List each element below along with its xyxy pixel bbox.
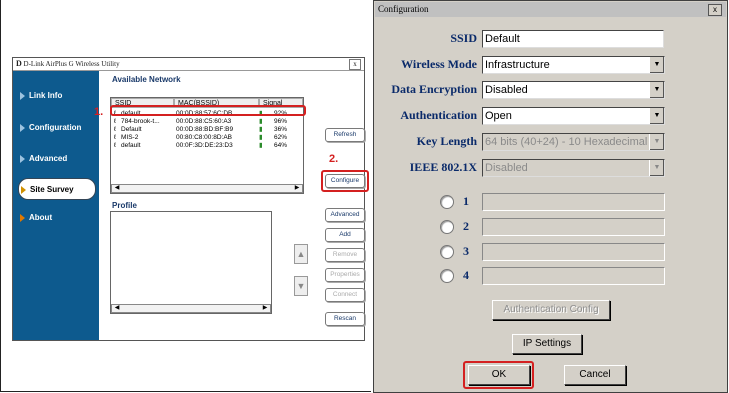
rescan-button[interactable]: Rescan: [325, 312, 365, 326]
move-up-icon[interactable]: ▲: [294, 244, 308, 264]
ieee-8021x-select[interactable]: Disabled ▼: [482, 159, 665, 177]
scroll-left-icon[interactable]: ◀: [113, 185, 121, 192]
signal-bars-icon: ▮: [259, 134, 263, 141]
utility-title: D-Link AirPlus G Wireless Utility: [23, 60, 120, 68]
antenna-icon: ℓ: [114, 118, 117, 125]
wireless-mode-label: Wireless Mode: [401, 57, 477, 71]
nav-arrow-icon: [21, 186, 26, 194]
ip-settings-button[interactable]: IP Settings: [512, 334, 582, 354]
nav-about[interactable]: About: [18, 207, 96, 229]
key-1-radio[interactable]: [440, 195, 454, 209]
key-3-field[interactable]: [482, 243, 665, 261]
antenna-icon: ℓ: [114, 142, 117, 149]
key-length-select[interactable]: 64 bits (40+24) - 10 Hexadecimal ▼: [482, 133, 665, 151]
utility-close-button[interactable]: x: [349, 59, 361, 70]
ssid-input[interactable]: Default: [482, 30, 664, 48]
chevron-down-icon[interactable]: ▼: [649, 134, 664, 150]
dlink-logo: D: [16, 59, 22, 68]
advanced-button[interactable]: Advanced: [325, 208, 365, 222]
signal-bars-icon: ▮: [259, 118, 263, 125]
key-length-label: Key Length: [416, 134, 477, 148]
connect-button[interactable]: Connect: [325, 288, 365, 302]
authentication-config-button[interactable]: Authentication Config: [492, 300, 610, 320]
key-3-radio[interactable]: [440, 245, 454, 259]
profile-list-scrollbar[interactable]: ◀ ▶: [111, 304, 271, 313]
key-1-field[interactable]: [482, 193, 665, 211]
utility-main-panel: Available Network SSID MAC(BSSID) Signal…: [94, 71, 369, 340]
chevron-down-icon[interactable]: ▼: [649, 160, 664, 176]
ssid-label: SSID: [450, 31, 477, 45]
chevron-down-icon[interactable]: ▼: [649, 82, 664, 98]
nav-advanced[interactable]: Advanced: [18, 148, 96, 170]
nav-arrow-icon: [20, 214, 25, 222]
key-2-field[interactable]: [482, 218, 665, 236]
network-list-scrollbar[interactable]: ◀ ▶: [111, 184, 303, 193]
key-4-label: 4: [463, 268, 469, 282]
add-button[interactable]: Add: [325, 228, 365, 242]
nav-site-survey[interactable]: Site Survey: [18, 178, 96, 200]
data-encryption-label: Data Encryption: [391, 82, 477, 96]
nav-arrow-icon: [20, 124, 25, 132]
properties-button[interactable]: Properties: [325, 268, 365, 282]
antenna-icon: ℓ: [114, 126, 117, 133]
refresh-button[interactable]: Refresh: [325, 128, 365, 142]
remove-button[interactable]: Remove: [325, 248, 365, 262]
scroll-left-icon[interactable]: ◀: [113, 305, 121, 312]
step-1-marker: 1.: [94, 106, 104, 118]
scroll-right-icon[interactable]: ▶: [293, 185, 301, 192]
wireless-mode-select[interactable]: Infrastructure ▼: [482, 56, 665, 74]
available-network-header: Available Network: [112, 75, 181, 84]
profile-list[interactable]: ◀ ▶: [110, 211, 272, 314]
key-1-label: 1: [463, 194, 469, 208]
step-1-highlight: [110, 105, 306, 116]
antenna-icon: ℓ: [114, 134, 117, 141]
move-down-icon[interactable]: ▼: [294, 276, 308, 296]
ieee-8021x-label: IEEE 802.1X: [409, 160, 477, 174]
signal-bars-icon: ▮: [259, 126, 263, 133]
nav-arrow-icon: [20, 92, 25, 100]
utility-title-bar: D D-Link AirPlus G Wireless Utility x: [13, 58, 364, 71]
authentication-label: Authentication: [400, 108, 477, 122]
configure-button[interactable]: Configure: [325, 174, 365, 188]
key-4-radio[interactable]: [440, 269, 454, 283]
key-2-label: 2: [463, 219, 469, 233]
cancel-button[interactable]: Cancel: [564, 365, 626, 385]
nav-link-info[interactable]: Link Info: [18, 85, 96, 107]
key-4-field[interactable]: [482, 267, 665, 285]
signal-bars-icon: ▮: [259, 142, 263, 149]
step-2-marker: 2.: [329, 153, 339, 165]
data-encryption-select[interactable]: Disabled ▼: [482, 81, 665, 99]
profile-header: Profile: [112, 201, 137, 210]
dlink-utility-window: D D-Link AirPlus G Wireless Utility x Li…: [12, 57, 369, 341]
configuration-dialog: Configuration x SSID Default Wireless Mo…: [373, 0, 728, 393]
utility-sidebar: Link Info Configuration Advanced Site Su…: [13, 71, 99, 340]
key-2-radio[interactable]: [440, 220, 454, 234]
authentication-select[interactable]: Open ▼: [482, 107, 665, 125]
nav-arrow-icon: [20, 155, 25, 163]
dialog-title-bar: Configuration x: [375, 2, 726, 17]
key-3-label: 3: [463, 244, 469, 258]
scroll-right-icon[interactable]: ▶: [261, 305, 269, 312]
nav-configuration[interactable]: Configuration: [18, 117, 96, 139]
dialog-title: Configuration: [378, 4, 429, 14]
chevron-down-icon[interactable]: ▼: [649, 57, 664, 73]
ok-button[interactable]: OK: [468, 365, 530, 385]
chevron-down-icon[interactable]: ▼: [649, 108, 664, 124]
dialog-close-button[interactable]: x: [708, 4, 722, 16]
